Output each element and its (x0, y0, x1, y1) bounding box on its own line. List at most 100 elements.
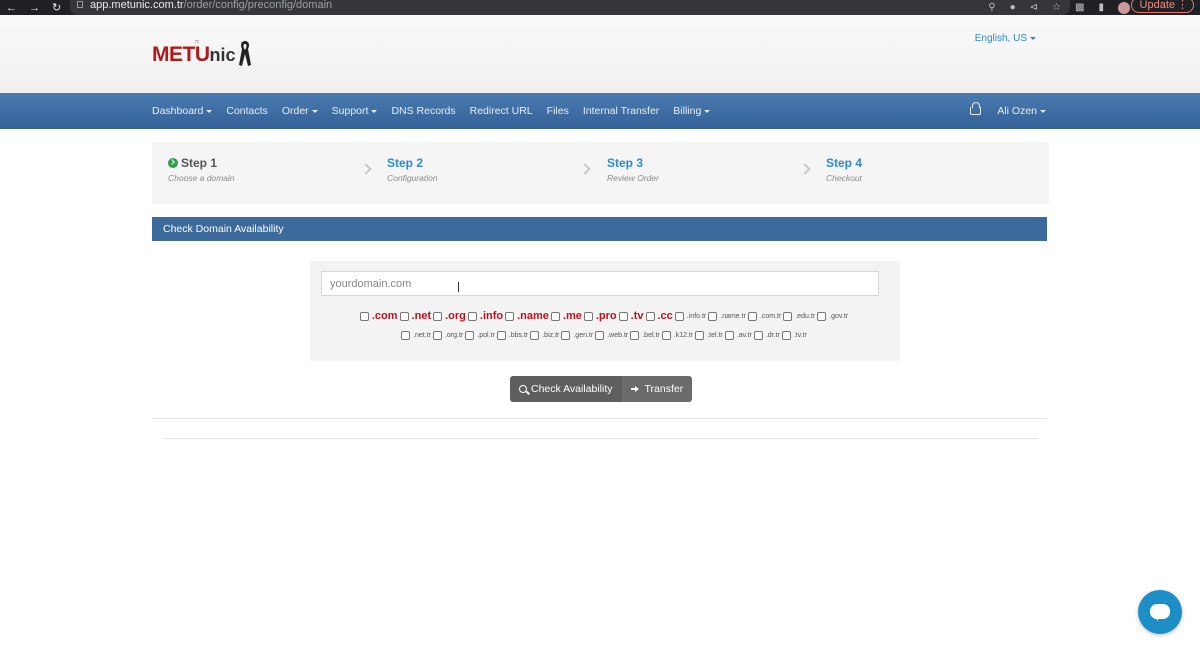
reload-icon[interactable]: ↻ (52, 1, 61, 14)
user-menu[interactable]: Ali Ozen (997, 105, 1046, 117)
tld-option[interactable]: .com.tr (747, 311, 781, 321)
tld-checkbox[interactable] (661, 331, 671, 340)
tld-checkbox[interactable] (467, 311, 477, 321)
basket-icon[interactable] (970, 102, 982, 115)
tld-option[interactable]: .tv (618, 310, 644, 322)
tld-option[interactable]: .name (505, 310, 549, 322)
language-selector[interactable]: English, US (975, 33, 1036, 44)
tld-option[interactable]: .name.tr (708, 311, 746, 321)
chevron-down-icon (1030, 36, 1036, 40)
tld-option[interactable]: .cc (645, 310, 673, 322)
tld-option[interactable]: .biz.tr (530, 331, 559, 340)
transfer-button[interactable]: Transfer (621, 376, 693, 402)
tld-option[interactable]: .net (399, 310, 431, 322)
wifi-icon: ≈ (195, 37, 200, 46)
nav-files[interactable]: Files (547, 105, 569, 117)
tld-option[interactable]: .info (467, 310, 503, 322)
nav-dashboard[interactable]: Dashboard (152, 105, 213, 117)
tld-option[interactable]: .web.tr (595, 331, 628, 340)
ribbon-icon (238, 41, 251, 66)
tld-checkbox[interactable] (783, 311, 793, 321)
tld-checkbox[interactable] (399, 311, 409, 321)
tld-option[interactable]: .net.tr (401, 331, 431, 340)
tld-checkbox[interactable] (433, 311, 443, 321)
tld-option[interactable]: .org.tr (432, 331, 463, 340)
tld-checkbox[interactable] (724, 331, 734, 340)
tld-option[interactable]: .com (359, 310, 398, 322)
tld-option[interactable]: .org (433, 310, 466, 322)
tld-option[interactable]: .gov.tr (817, 311, 848, 321)
tld-checkbox[interactable] (753, 331, 763, 340)
tld-checkbox[interactable] (630, 331, 640, 340)
tld-checkbox[interactable] (583, 311, 593, 321)
tld-checkbox[interactable] (530, 331, 540, 340)
tld-option[interactable]: .bbs.tr (496, 331, 528, 340)
forward-icon[interactable]: → (29, 2, 40, 14)
nav-support[interactable]: Support (332, 105, 378, 117)
tld-checkbox[interactable] (496, 331, 506, 340)
tld-checkbox[interactable] (359, 311, 369, 321)
tld-checkbox[interactable] (674, 311, 684, 321)
tld-option[interactable]: .bel.tr (630, 331, 660, 340)
puzzle-icon[interactable]: ▩ (1075, 2, 1084, 13)
tld-label: .org (445, 310, 466, 322)
location-icon[interactable]: ● (1010, 2, 1016, 13)
check-availability-label: Check Availability (531, 383, 613, 395)
domain-search-input[interactable] (321, 271, 879, 296)
chevron-down-icon (1040, 109, 1046, 113)
tld-option[interactable]: .edu.tr (783, 311, 815, 321)
tld-checkbox[interactable] (595, 331, 605, 340)
nav-right: Ali Ozen (970, 93, 1046, 129)
star-icon[interactable]: ☆ (1052, 2, 1061, 13)
tld-checkbox[interactable] (747, 311, 757, 321)
profile-avatar[interactable] (1118, 1, 1130, 14)
tld-label: .biz.tr (542, 332, 560, 339)
chevron-right-icon (579, 163, 591, 175)
tld-option[interactable]: .tv.tr (781, 331, 807, 340)
share-icon[interactable]: ⊲ (1030, 2, 1038, 13)
tld-option[interactable]: .me (550, 310, 582, 322)
tld-checkbox[interactable] (618, 311, 628, 321)
tld-label: .av.tr (736, 332, 752, 339)
tld-option[interactable]: .tel.tr (695, 331, 723, 340)
tld-option[interactable]: .gen.tr (561, 331, 593, 340)
tld-checkbox[interactable] (817, 311, 827, 321)
tld-option[interactable]: .pol.tr (465, 331, 495, 340)
back-icon[interactable]: ← (6, 2, 17, 14)
tld-checkbox[interactable] (505, 311, 515, 321)
tld-checkbox[interactable] (708, 311, 718, 321)
nav-billing[interactable]: Billing (673, 105, 711, 117)
tld-checkbox[interactable] (695, 331, 705, 340)
nav-dns-records[interactable]: DNS Records (391, 105, 455, 117)
divider (163, 438, 1038, 439)
nav-internal-transfer[interactable]: Internal Transfer (583, 105, 659, 117)
live-chat-button[interactable] (1138, 590, 1182, 634)
address-bar[interactable]: app.metunic.com.tr/order/config/preconfi… (70, 0, 1070, 15)
check-availability-button[interactable]: Check Availability (510, 376, 622, 402)
tld-checkbox[interactable] (401, 331, 411, 340)
tld-checkbox[interactable] (781, 331, 791, 340)
tld-option[interactable]: .k12.tr (661, 331, 693, 340)
nav-order[interactable]: Order (282, 105, 318, 117)
update-button[interactable]: Update ⋮ (1130, 0, 1194, 13)
tld-checkbox[interactable] (645, 311, 655, 321)
tld-checkbox[interactable] (550, 311, 560, 321)
tld-option[interactable]: .info.tr (674, 311, 706, 321)
lock-icon (77, 1, 83, 8)
nav-contacts[interactable]: Contacts (226, 105, 267, 117)
tld-option[interactable]: .pro (583, 310, 617, 322)
nav-redirect-url[interactable]: Redirect URL (470, 105, 533, 117)
tld-option[interactable]: .dr.tr (753, 331, 780, 340)
tld-option[interactable]: .av.tr (724, 331, 752, 340)
browser-nav: ← → ↻ (6, 0, 61, 15)
search-well: .com .net .org .info .name .me .pro .tv .cc .info… (310, 261, 900, 361)
step-1-title: Step 1 (181, 156, 218, 170)
transfer-label: Transfer (644, 383, 684, 395)
zoom-icon[interactable]: ⚲ (988, 2, 995, 13)
tld-checkbox[interactable] (432, 331, 442, 340)
tld-checkbox[interactable] (561, 331, 571, 340)
metunic-logo[interactable]: METU nic ≈ (152, 33, 252, 67)
tld-checkbox[interactable] (465, 331, 475, 340)
browser-toolbar: ← → ↻ app.metunic.com.tr/order/config/pr… (0, 0, 1200, 15)
sidepanel-icon[interactable]: ▮ (1098, 2, 1104, 13)
